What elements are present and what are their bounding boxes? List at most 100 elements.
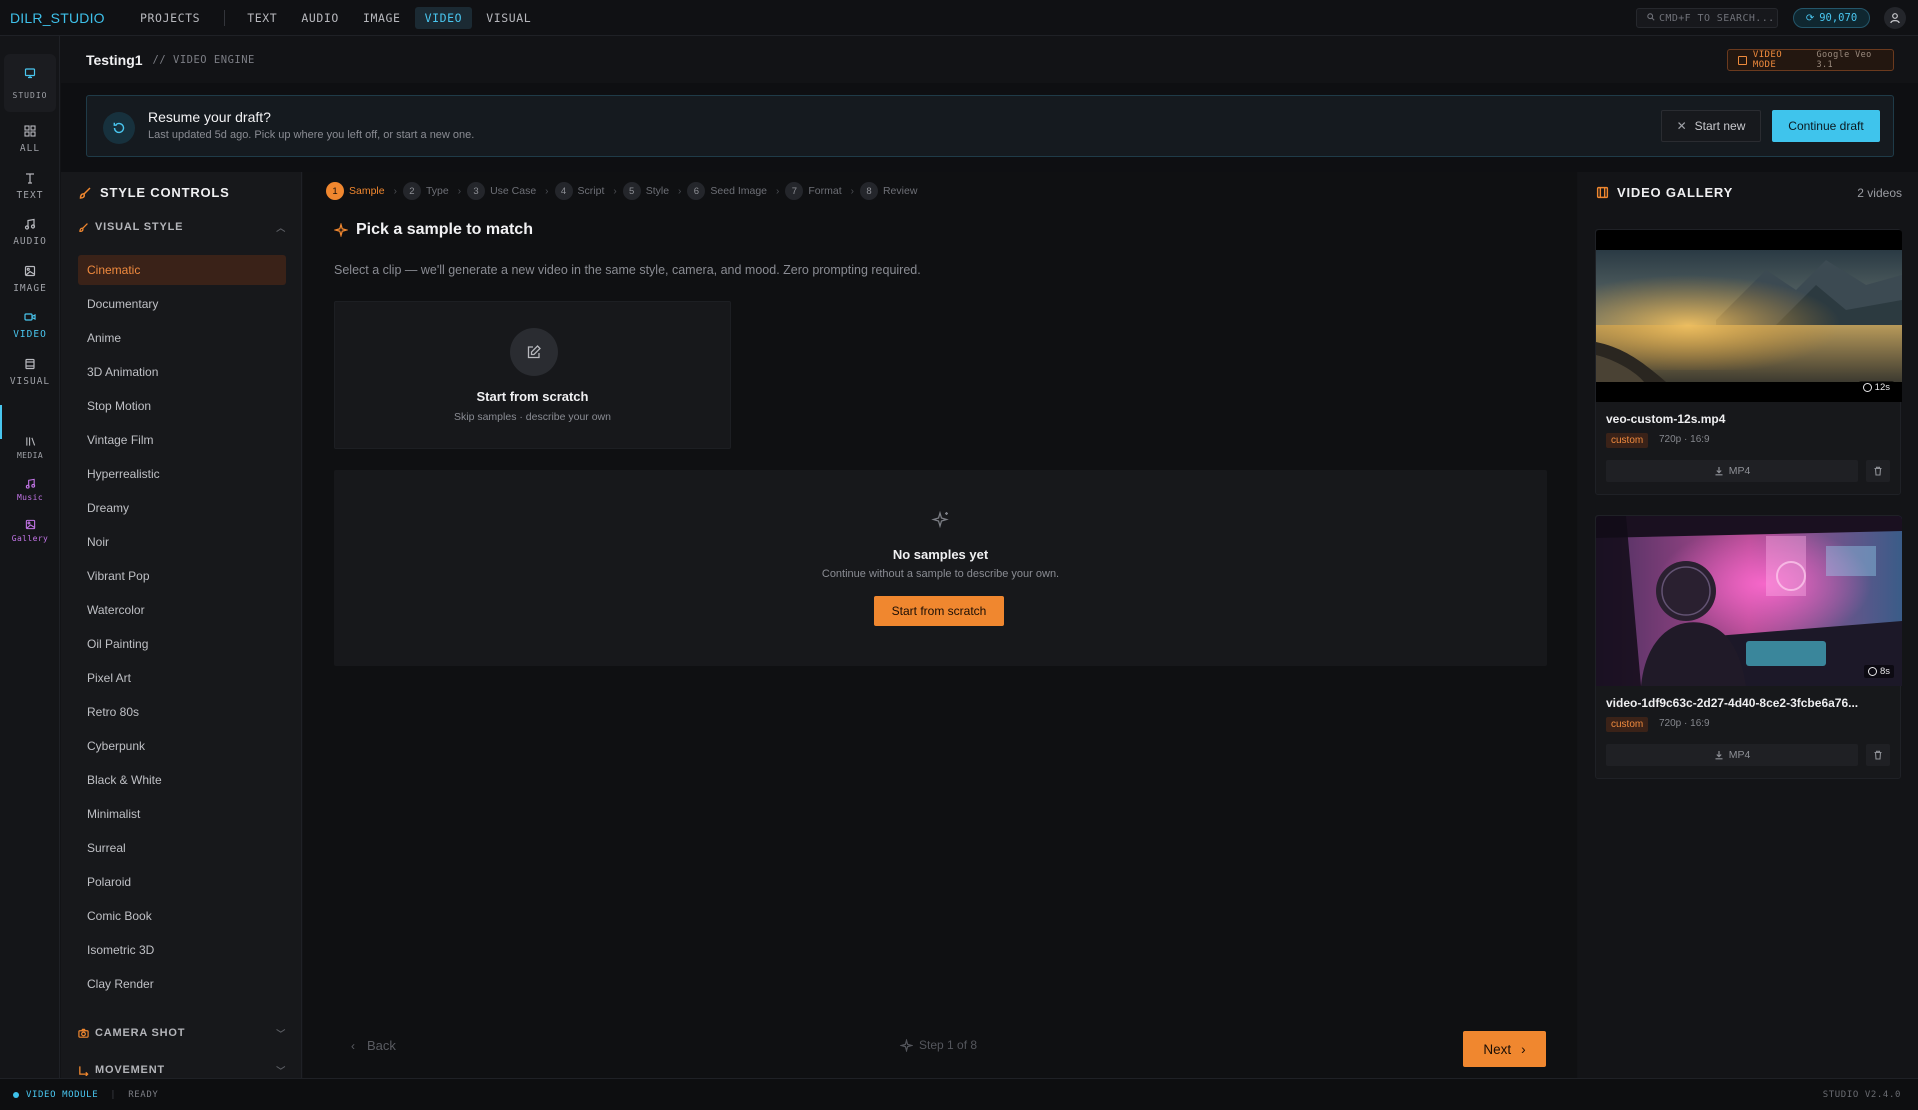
style-option[interactable]: Anime (78, 323, 286, 353)
rail-image[interactable]: IMAGE (4, 255, 56, 303)
search-icon (1647, 12, 1655, 24)
style-option[interactable]: Oil Painting (78, 629, 286, 659)
movement-icon (79, 1065, 89, 1076)
video-tag: custom (1606, 717, 1649, 732)
project-subtitle: // VIDEO ENGINE (152, 53, 255, 66)
nav-audio[interactable]: AUDIO (291, 7, 349, 29)
app-logo[interactable]: DILR_STUDIO (10, 10, 110, 26)
gallery-count: 2 videos (1857, 186, 1902, 200)
continue-draft-button[interactable]: Continue draft (1772, 110, 1880, 142)
rail-visual[interactable]: VISUAL (4, 348, 56, 396)
start-from-scratch-button[interactable]: Start from scratch (874, 596, 1004, 626)
chevron-right-icon: › (1521, 1041, 1526, 1057)
step-script[interactable]: 4 Script › (554, 182, 617, 200)
step-style[interactable]: 5 Style › (622, 182, 682, 200)
video-thumbnail[interactable]: 8s (1596, 516, 1902, 686)
start-new-label: Start new (1694, 119, 1746, 133)
style-option[interactable]: Pixel Art (78, 663, 286, 693)
nav-visual[interactable]: VISUAL (476, 7, 541, 29)
nav-text[interactable]: TEXT (237, 7, 287, 29)
delete-video-button[interactable] (1866, 460, 1890, 482)
video-thumbnail[interactable]: 12s (1596, 230, 1902, 402)
camera-shot-section-header[interactable]: CAMERA SHOT ﹀ (78, 1027, 286, 1039)
chevron-down-icon: ﹀ (276, 1065, 286, 1076)
page-title: Pick a sample to match (334, 221, 533, 239)
rail-studio[interactable]: STUDIO (4, 54, 56, 112)
rail-video[interactable]: VIDEO (4, 301, 56, 349)
style-option[interactable]: Dreamy (78, 493, 286, 523)
close-icon: ✕ (1676, 119, 1687, 133)
style-option[interactable]: Noir (78, 527, 286, 557)
visual-style-section-header[interactable]: VISUAL STYLE ︿ (78, 221, 286, 233)
start-from-scratch-card[interactable]: Start from scratch Skip samples · descri… (334, 301, 731, 449)
movement-section-header[interactable]: MOVEMENT ﹀ (78, 1064, 286, 1076)
step-review[interactable]: 8 Review (859, 182, 917, 200)
rail-media-label: MEDIA (16, 451, 44, 460)
search-input[interactable]: CMD+F TO SEARCH... (1636, 8, 1778, 28)
style-option[interactable]: Cyberpunk (78, 731, 286, 761)
step-sample[interactable]: 1 Sample › (326, 182, 397, 200)
style-option[interactable]: 3D Animation (78, 357, 286, 387)
rail-audio-label: AUDIO (13, 235, 47, 247)
download-mp4-button[interactable]: MP4 (1606, 460, 1858, 482)
style-option[interactable]: Hyperrealistic (78, 459, 286, 489)
rail-all[interactable]: ALL (4, 115, 56, 163)
style-option[interactable]: Watercolor (78, 595, 286, 625)
style-option[interactable]: Minimalist (78, 799, 286, 829)
next-button[interactable]: Next › (1463, 1031, 1546, 1067)
style-option[interactable]: Stop Motion (78, 391, 286, 421)
rail-text-label: TEXT (16, 189, 44, 201)
rail-studio-label: STUDIO (12, 90, 48, 100)
style-option[interactable]: Comic Book (78, 901, 286, 931)
video-mode-badge[interactable]: VIDEO MODE Google Veo 3.1 (1727, 49, 1894, 71)
style-option[interactable]: Vibrant Pop (78, 561, 286, 591)
step-format[interactable]: 7 Format › (785, 182, 854, 200)
step-use-case[interactable]: 3 Use Case › (467, 182, 549, 200)
rail-audio[interactable]: AUDIO (4, 208, 56, 256)
user-avatar[interactable] (1884, 7, 1906, 29)
delete-video-button[interactable] (1866, 744, 1890, 766)
credits-icon: ⟳ (1805, 12, 1815, 24)
rail-media[interactable]: MEDIA (4, 424, 56, 472)
draft-banner-area: Resume your draft? Last updated 5d ago. … (61, 83, 1918, 172)
search-placeholder: CMD+F TO SEARCH... (1659, 12, 1775, 24)
nav-image[interactable]: IMAGE (353, 7, 411, 29)
visual-style-list: Cinematic Documentary Anime 3D Animation… (78, 255, 286, 1003)
rail-gallery[interactable]: Gallery (4, 507, 56, 555)
video-card[interactable]: 12s veo-custom-12s.mp4 custom 720p · 16:… (1595, 229, 1902, 495)
download-mp4-button[interactable]: MP4 (1606, 744, 1858, 766)
sparkle-icon (900, 1038, 913, 1052)
edit-icon (510, 328, 558, 376)
style-option[interactable]: Surreal (78, 833, 286, 863)
library-icon (25, 437, 35, 446)
style-option[interactable]: Black & White (78, 765, 286, 795)
download-icon (1715, 467, 1723, 476)
style-option[interactable]: Documentary (78, 289, 286, 319)
nav-projects[interactable]: PROJECTS (130, 7, 210, 29)
video-camera-icon (24, 312, 36, 321)
step-type[interactable]: 2 Type › (402, 182, 461, 200)
style-option[interactable]: Clay Render (78, 969, 286, 999)
video-card[interactable]: 8s video-1df9c63c-2d27-4d40-8ce2-3fcbe6a… (1595, 515, 1902, 779)
style-option[interactable]: Isometric 3D (78, 935, 286, 965)
chevron-left-icon: ‹ (351, 1038, 355, 1053)
nav-video[interactable]: VIDEO (414, 6, 473, 29)
chevron-down-icon: ﹀ (276, 1028, 286, 1039)
left-rail: STUDIO ALL TEXT AUDIO IMAGE VIDEO VISUAL… (0, 36, 60, 1078)
project-title[interactable]: Testing1 (86, 52, 143, 68)
style-option[interactable]: Cinematic (78, 255, 286, 285)
rail-text[interactable]: TEXT (4, 162, 56, 210)
resume-draft-banner: Resume your draft? Last updated 5d ago. … (86, 95, 1894, 157)
rail-video-label: VIDEO (13, 328, 47, 340)
music-note-icon (24, 218, 36, 230)
chevron-right-icon: › (678, 185, 682, 197)
back-button[interactable]: ‹ Back (351, 1038, 396, 1053)
credits-badge[interactable]: ⟳ 90,070 (1793, 8, 1870, 28)
step-seed-image[interactable]: 6 Seed Image › (687, 182, 779, 200)
style-option[interactable]: Polaroid (78, 867, 286, 897)
start-new-button[interactable]: ✕ Start new (1661, 110, 1761, 142)
style-option[interactable]: Retro 80s (78, 697, 286, 727)
style-option[interactable]: Vintage Film (78, 425, 286, 455)
status-indicator-dot (13, 1091, 19, 1098)
model-label: Google Veo 3.1 (1816, 50, 1872, 70)
